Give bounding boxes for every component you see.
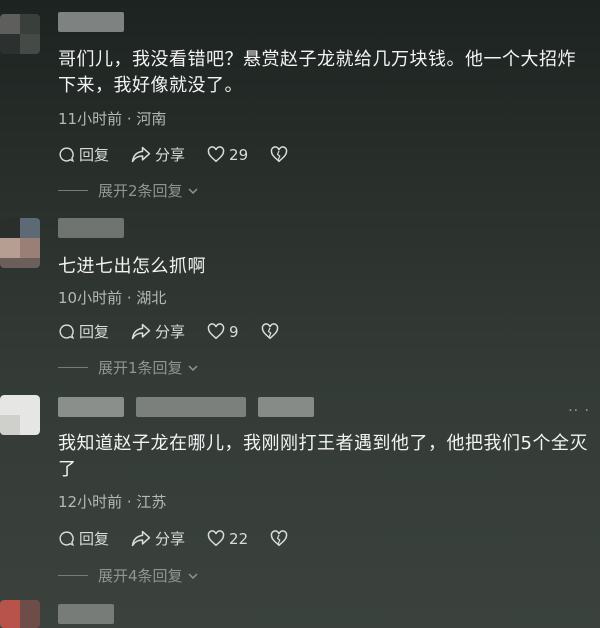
share-icon: [131, 323, 151, 340]
comment-actions: 回复 分享 22: [58, 528, 314, 549]
chevron-down-icon: [188, 187, 198, 194]
like-button[interactable]: 22: [207, 530, 248, 548]
expand-replies-label: 展开2条回复: [98, 182, 183, 200]
reply-label: 回复: [79, 146, 110, 164]
comment-item: 七进七出怎么抓啊 10小时前 · 湖北 回复 分享 9 展开1条回复: [0, 205, 600, 385]
expand-replies-button[interactable]: 展开1条回复: [58, 357, 199, 378]
expand-replies-label: 展开4条回复: [98, 567, 183, 585]
blurred-username: [58, 12, 124, 32]
share-label: 分享: [155, 323, 186, 341]
broken-heart-icon: [261, 323, 278, 340]
reply-label: 回复: [79, 530, 110, 548]
comment-item-partial: [0, 598, 600, 628]
expand-replies-button[interactable]: 展开4条回复: [58, 565, 199, 586]
more-options-button[interactable]: ·· ·: [568, 403, 590, 419]
reply-button[interactable]: 回复: [58, 321, 109, 342]
comment-icon: [59, 147, 75, 163]
share-icon: [131, 530, 151, 547]
share-label: 分享: [155, 530, 186, 548]
chevron-down-icon: [188, 572, 198, 579]
reply-button[interactable]: 回复: [58, 528, 109, 549]
share-button[interactable]: 分享: [131, 321, 185, 342]
comment-actions: 回复 分享 9: [58, 321, 305, 342]
share-label: 分享: [155, 146, 186, 164]
like-count: 29: [229, 145, 249, 164]
dislike-button[interactable]: [270, 146, 292, 163]
like-count: 9: [229, 322, 239, 341]
comment-item: 哥们儿，我没看错吧？悬赏赵子龙就给几万块钱。他一个大招炸下来，我好像就没了。 1…: [0, 0, 600, 205]
avatar[interactable]: [0, 14, 40, 54]
blurred-username-part: [258, 397, 314, 417]
heart-icon: [207, 146, 225, 163]
comment-icon: [59, 531, 75, 547]
heart-icon: [207, 323, 225, 340]
blurred-username: [58, 397, 124, 417]
dislike-button[interactable]: [270, 530, 292, 547]
chevron-down-icon: [188, 364, 198, 371]
comment-meta: 10小时前 · 湖北: [58, 289, 167, 307]
comment-text: 七进七出怎么抓啊: [58, 256, 206, 277]
heart-icon: [207, 530, 225, 547]
comment-icon: [59, 324, 75, 340]
comment-meta: 11小时前 · 河南: [58, 110, 167, 128]
share-button[interactable]: 分享: [131, 144, 185, 165]
blurred-username: [58, 604, 114, 624]
divider: [58, 575, 88, 576]
blurred-username: [58, 218, 124, 238]
divider: [58, 367, 88, 368]
share-button[interactable]: 分享: [131, 528, 185, 549]
like-count: 22: [229, 529, 249, 548]
comment-text: 哥们儿，我没看错吧？悬赏赵子龙就给几万块钱。他一个大招炸下来，我好像就没了。: [58, 49, 576, 96]
broken-heart-icon: [270, 146, 288, 163]
share-icon: [131, 146, 151, 163]
dislike-button[interactable]: [261, 323, 283, 340]
broken-heart-icon: [270, 530, 288, 547]
comment-actions: 回复 分享 29: [58, 144, 314, 165]
comment-item: ·· · 我知道赵子龙在哪儿，我刚刚打王者遇到他了，他把我们5个全灭了 12小时…: [0, 385, 600, 590]
avatar[interactable]: [0, 395, 40, 435]
reply-button[interactable]: 回复: [58, 144, 109, 165]
comment-meta: 12小时前 · 江苏: [58, 493, 167, 511]
avatar[interactable]: [0, 600, 40, 628]
like-button[interactable]: 29: [207, 146, 248, 164]
like-button[interactable]: 9: [207, 323, 239, 341]
reply-label: 回复: [79, 323, 110, 341]
comment-text: 我知道赵子龙在哪儿，我刚刚打王者遇到他了，他把我们5个全灭了: [58, 433, 588, 480]
expand-replies-button[interactable]: 展开2条回复: [58, 180, 199, 201]
divider: [58, 190, 88, 191]
avatar[interactable]: [0, 218, 40, 268]
expand-replies-label: 展开1条回复: [98, 359, 183, 377]
blurred-username-part: [136, 397, 246, 417]
